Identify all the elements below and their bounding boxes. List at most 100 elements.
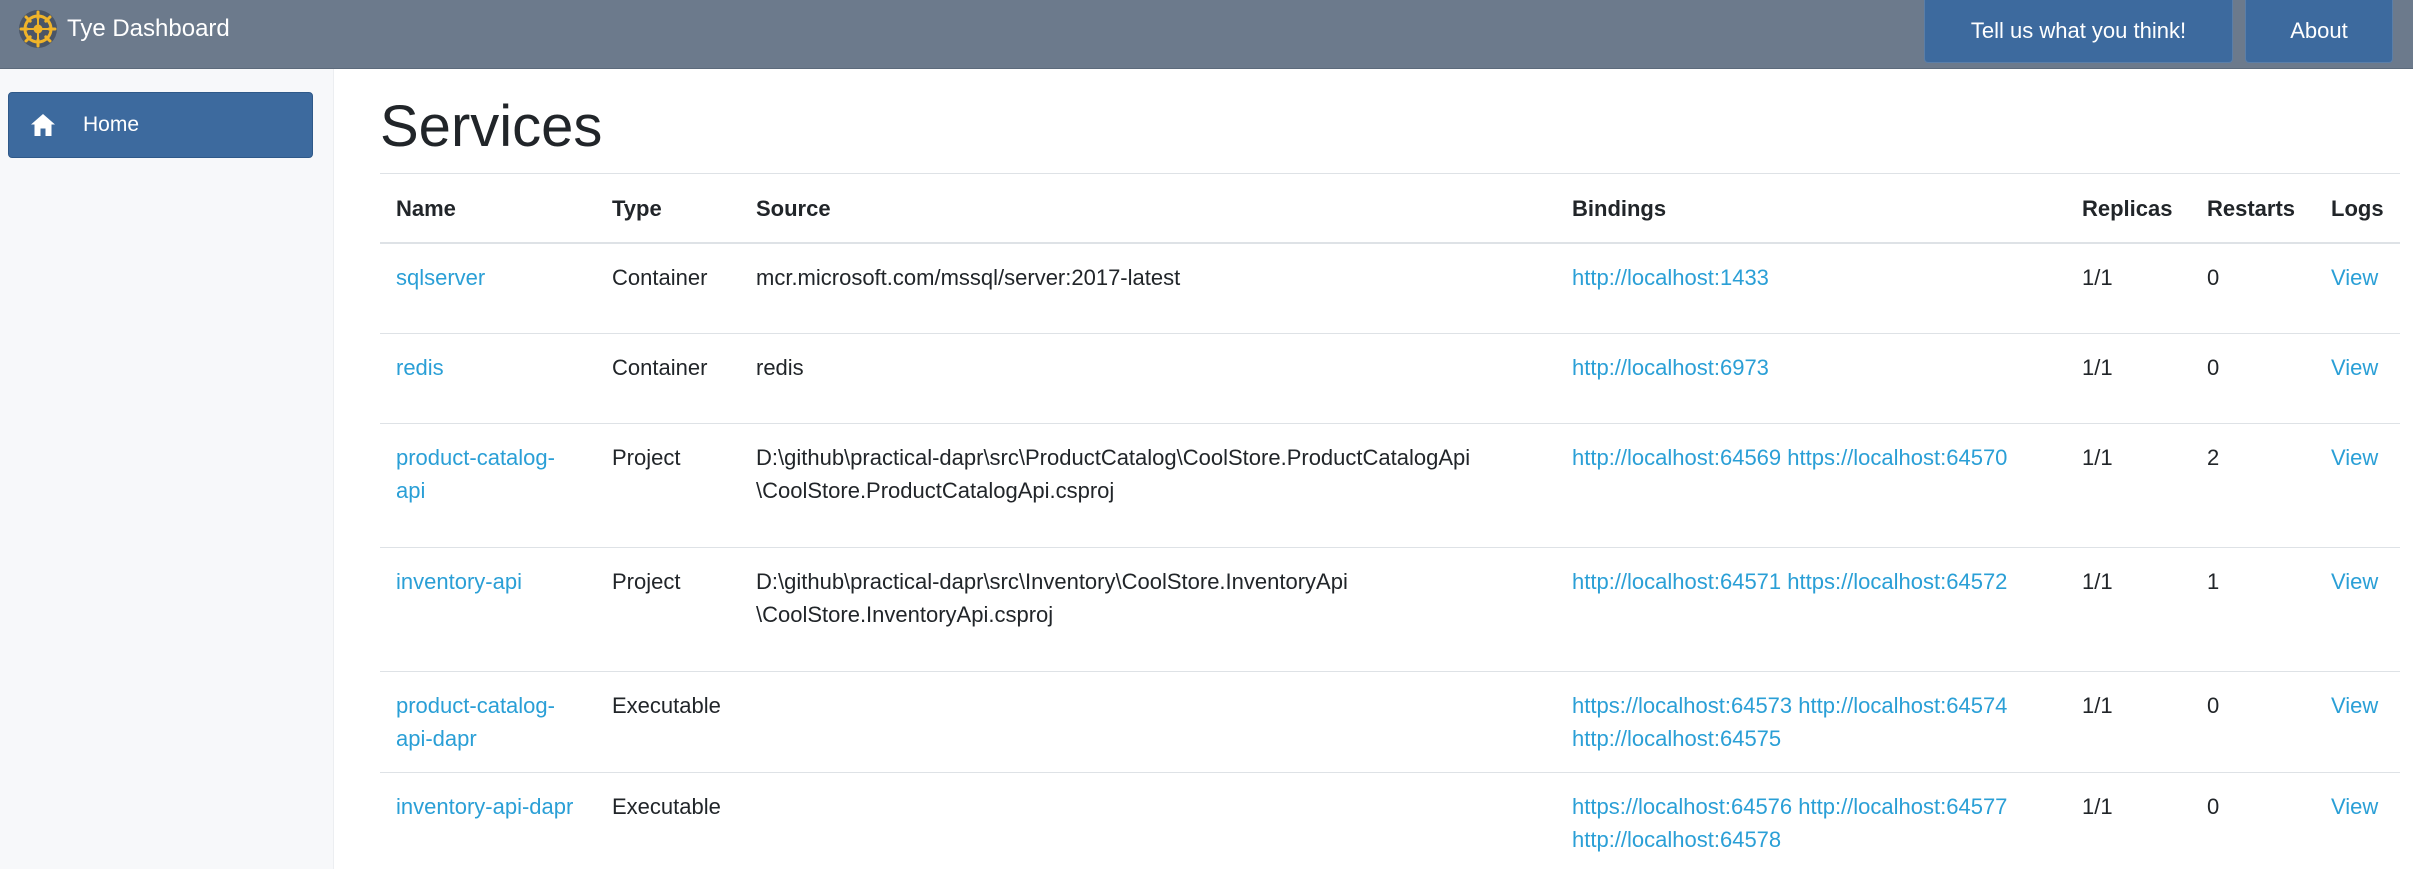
service-type-text: Project	[612, 444, 681, 470]
view-logs-link[interactable]: View	[2315, 546, 2400, 671]
column-header-bindings: Bindings	[1556, 173, 2066, 244]
tye-logo-icon	[19, 10, 57, 48]
column-header-logs: Logs	[2315, 173, 2400, 244]
service-type: Executable	[596, 670, 740, 772]
service-bindings-link-line[interactable]: https://localhost:64573 http://localhost…	[1572, 693, 2007, 718]
service-source-line: mcr.microsoft.com/mssql/server:2017-late…	[756, 265, 1181, 290]
service-name-link-line[interactable]: product-catalog-	[396, 693, 555, 718]
service-replicas-text: 1/1	[2082, 692, 2113, 718]
service-source-line: \CoolStore.InventoryApi.csproj	[756, 601, 1054, 627]
about-button[interactable]: About	[2245, 0, 2393, 63]
service-name-link-line[interactable]: redis	[396, 355, 444, 380]
service-bindings-link: http://localhost:64571 https://localhost…	[1556, 546, 2066, 671]
service-replicas: 1/1	[2066, 771, 2191, 873]
service-name-link: product-catalog-api	[380, 422, 596, 547]
service-type: Project	[596, 546, 740, 671]
service-source-line: D:\github\practical-dapr\src\Inventory\C…	[756, 568, 1348, 594]
service-name-link: redis	[380, 332, 596, 423]
service-source	[740, 670, 1556, 772]
service-replicas-text: 1/1	[2082, 793, 2113, 819]
view-logs-link-text[interactable]: View	[2331, 445, 2378, 470]
service-restarts-text: 0	[2207, 265, 2220, 290]
service-name-link-line[interactable]: product-catalog-	[396, 445, 555, 470]
service-replicas: 1/1	[2066, 422, 2191, 547]
service-replicas-text: 1/1	[2082, 354, 2113, 380]
service-name-link: inventory-api-dapr	[380, 771, 596, 873]
table-row: inventory-api-dapr Executable https://loca…	[380, 771, 2400, 873]
service-restarts-text: 2	[2207, 444, 2220, 470]
top-navbar: Tye Dashboard Tell us what you think! Ab…	[0, 0, 2413, 69]
column-header-type: Type	[596, 173, 740, 244]
service-type-text: Executable	[612, 793, 721, 819]
service-restarts: 0	[2191, 332, 2315, 423]
service-bindings-link: http://localhost:64569 https://localhost…	[1556, 422, 2066, 547]
service-type-text: Container	[612, 354, 708, 380]
table-row: inventory-api Project D:\github\practical-…	[380, 546, 2400, 671]
service-restarts: 0	[2191, 242, 2315, 333]
service-type: Container	[596, 332, 740, 423]
service-replicas: 1/1	[2066, 670, 2191, 772]
service-name-link: inventory-api	[380, 546, 596, 671]
service-bindings-link-line[interactable]: http://localhost:1433	[1572, 265, 1769, 290]
column-header-replicas: Replicas	[2066, 173, 2191, 244]
service-source: D:\github\practical-dapr\src\Inventory\C…	[740, 546, 1556, 671]
service-source-line: redis	[756, 354, 804, 380]
view-logs-link-text[interactable]: View	[2331, 794, 2378, 819]
table-row: product-catalog-api-dapr Executable https:…	[380, 670, 2400, 772]
service-bindings-link-line[interactable]: http://localhost:64575	[1572, 726, 1781, 751]
view-logs-link-text[interactable]: View	[2331, 693, 2378, 718]
service-restarts-text: 0	[2207, 793, 2220, 819]
service-replicas-text: 1/1	[2082, 444, 2113, 470]
service-restarts: 2	[2191, 422, 2315, 547]
service-bindings-link-line[interactable]: https://localhost:64576 http://localhost…	[1572, 794, 2007, 819]
service-bindings-link: https://localhost:64576 http://localhost…	[1556, 771, 2066, 873]
service-source: redis	[740, 332, 1556, 423]
service-replicas-text: 1/1	[2082, 265, 2113, 290]
service-bindings-link-line[interactable]: http://localhost:64578	[1572, 827, 1781, 852]
view-logs-link[interactable]: View	[2315, 422, 2400, 547]
service-restarts: 0	[2191, 771, 2315, 873]
service-name-link: sqlserver	[380, 242, 596, 333]
service-type-text: Container	[612, 265, 708, 290]
table-row: sqlserver Container mcr.microsoft.com/mssq…	[380, 242, 2400, 333]
sidebar-item-label: Home	[83, 113, 140, 136]
home-icon	[31, 114, 55, 136]
table-row: redis Container redis http://localhost:6973…	[380, 332, 2400, 423]
service-bindings-link-line[interactable]: http://localhost:6973	[1572, 355, 1769, 380]
feedback-button[interactable]: Tell us what you think!	[1924, 0, 2233, 63]
view-logs-link-text[interactable]: View	[2331, 569, 2378, 594]
service-source-line: D:\github\practical-dapr\src\ProductCata…	[756, 444, 1471, 470]
view-logs-link[interactable]: View	[2315, 242, 2400, 333]
services-table: Name Type Source Bindings Replicas Resta…	[380, 173, 2400, 873]
service-bindings-link-line[interactable]: http://localhost:64571 https://localhost…	[1572, 569, 2007, 594]
service-name-link-line[interactable]: inventory-api	[396, 569, 522, 594]
service-replicas: 1/1	[2066, 546, 2191, 671]
service-restarts: 1	[2191, 546, 2315, 671]
table-row: product-catalog-api Project D:\github\prac…	[380, 422, 2400, 547]
service-name-link-line[interactable]: api-dapr	[396, 726, 477, 751]
view-logs-link-text[interactable]: View	[2331, 265, 2378, 290]
service-source	[740, 771, 1556, 873]
service-name-link-line[interactable]: sqlserver	[396, 265, 485, 290]
service-replicas: 1/1	[2066, 242, 2191, 333]
page-title: Services	[380, 94, 603, 159]
service-bindings-link-line[interactable]: http://localhost:64569 https://localhost…	[1572, 445, 2007, 470]
service-bindings-link: http://localhost:1433	[1556, 242, 2066, 333]
service-replicas: 1/1	[2066, 332, 2191, 423]
column-header-name: Name	[380, 173, 596, 244]
service-replicas-text: 1/1	[2082, 568, 2113, 594]
service-name-link-line[interactable]: inventory-api-dapr	[396, 794, 573, 819]
brand[interactable]: Tye Dashboard	[18, 8, 230, 50]
service-name-link-line[interactable]: api	[396, 478, 425, 503]
sidebar: Home	[0, 69, 334, 869]
view-logs-link[interactable]: View	[2315, 670, 2400, 772]
view-logs-link-text[interactable]: View	[2331, 355, 2378, 380]
column-header-restarts: Restarts	[2191, 173, 2315, 244]
service-restarts-text: 0	[2207, 354, 2220, 380]
sidebar-item-home[interactable]: Home	[8, 92, 313, 158]
service-name-link: product-catalog-api-dapr	[380, 670, 596, 772]
view-logs-link[interactable]: View	[2315, 332, 2400, 423]
view-logs-link[interactable]: View	[2315, 771, 2400, 873]
service-type: Executable	[596, 771, 740, 873]
service-type: Container	[596, 242, 740, 333]
